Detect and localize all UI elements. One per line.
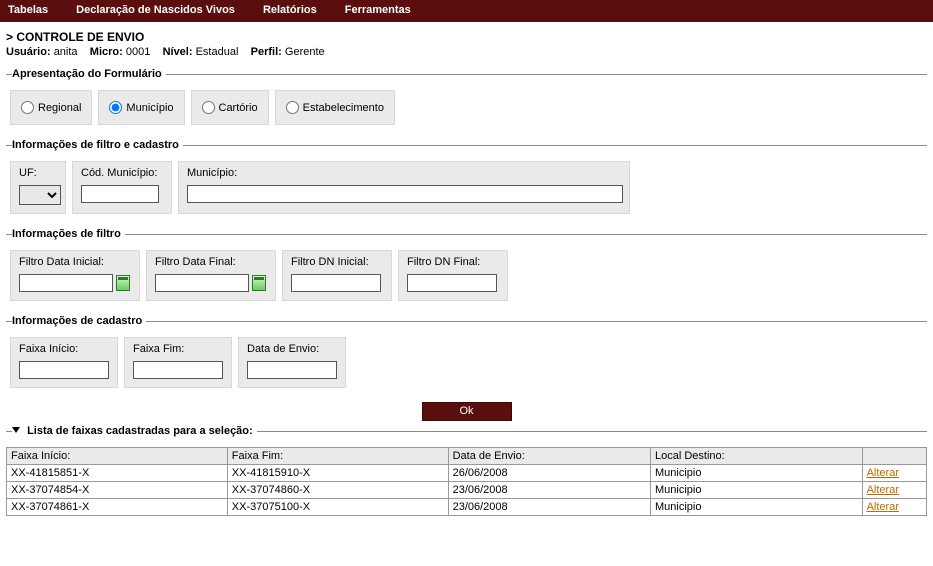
cell-faixa-fim: XX-41815910-X xyxy=(227,465,448,482)
cell-local-destino: Municipio xyxy=(650,482,862,499)
usuario-label: Usuário: xyxy=(6,46,51,58)
cell-data-envio: 26/06/2008 xyxy=(448,465,650,482)
alterar-link[interactable]: Alterar xyxy=(867,501,899,513)
radio-regional-input[interactable] xyxy=(21,101,34,114)
radio-estabelecimento-label: Estabelecimento xyxy=(303,102,384,114)
radio-cartorio-input[interactable] xyxy=(202,101,215,114)
codmun-input[interactable] xyxy=(81,185,159,203)
cadastro-fieldset: Informações de cadastro Faixa Início: Fa… xyxy=(6,315,927,388)
municipio-label: Município: xyxy=(187,167,621,179)
radio-municipio[interactable]: Município xyxy=(98,90,184,125)
col-faixa-inicio: Faixa Início: xyxy=(7,448,228,465)
radio-cartorio-label: Cartório xyxy=(219,102,258,114)
data-envio-label: Data de Envio: xyxy=(247,343,337,355)
cell-action: Alterar xyxy=(862,499,926,516)
col-data-envio: Data de Envio: xyxy=(448,448,650,465)
faixa-inicio-input[interactable] xyxy=(19,361,109,379)
uf-label: UF: xyxy=(19,167,57,179)
filtro-fieldset: Informações de filtro Filtro Data Inicia… xyxy=(6,228,927,301)
filtro-data-inicial-input[interactable] xyxy=(19,274,113,292)
uf-select[interactable] xyxy=(19,185,61,205)
perfil-value: Gerente xyxy=(285,46,325,58)
cell-action: Alterar xyxy=(862,482,926,499)
radio-estabelecimento-input[interactable] xyxy=(286,101,299,114)
filtro-cadastro-legend: Informações de filtro e cadastro xyxy=(12,139,183,151)
calendar-icon[interactable] xyxy=(116,275,130,291)
menu-declaracao[interactable]: Declaração de Nascidos Vivos xyxy=(76,4,235,16)
lista-legend: Lista de faixas cadastradas para a seleç… xyxy=(27,425,253,437)
faixa-fim-label: Faixa Fim: xyxy=(133,343,223,355)
cell-faixa-fim: XX-37075100-X xyxy=(227,499,448,516)
menu-tabelas[interactable]: Tabelas xyxy=(8,4,48,16)
filtro-cadastro-fieldset: Informações de filtro e cadastro UF: Cód… xyxy=(6,139,927,214)
radio-municipio-input[interactable] xyxy=(109,101,122,114)
filtro-dn-final-label: Filtro DN Final: xyxy=(407,256,499,268)
cell-faixa-inicio: XX-37074861-X xyxy=(7,499,228,516)
user-line: Usuário: anita Micro: 0001 Nível: Estadu… xyxy=(6,46,927,58)
calendar-icon[interactable] xyxy=(252,275,266,291)
apresentacao-fieldset: Apresentação do Formulário Regional Muni… xyxy=(6,68,927,125)
usuario-value: anita xyxy=(54,46,78,58)
cell-faixa-inicio: XX-37074854-X xyxy=(7,482,228,499)
cell-data-envio: 23/06/2008 xyxy=(448,499,650,516)
table-row: XX-37074854-XXX-37074860-X23/06/2008Muni… xyxy=(7,482,927,499)
nivel-value: Estadual xyxy=(196,46,239,58)
lista-heading-wrap: Lista de faixas cadastradas para a seleç… xyxy=(6,431,927,447)
micro-value: 0001 xyxy=(126,46,150,58)
menu-relatorios[interactable]: Relatórios xyxy=(263,4,317,16)
radio-regional[interactable]: Regional xyxy=(10,90,92,125)
filtro-data-final-label: Filtro Data Final: xyxy=(155,256,267,268)
table-row: XX-41815851-XXX-41815910-X26/06/2008Muni… xyxy=(7,465,927,482)
nivel-label: Nível: xyxy=(163,46,193,58)
filtro-data-final-input[interactable] xyxy=(155,274,249,292)
radio-estabelecimento[interactable]: Estabelecimento xyxy=(275,90,395,125)
col-faixa-fim: Faixa Fim: xyxy=(227,448,448,465)
micro-label: Micro: xyxy=(90,46,123,58)
perfil-label: Perfil: xyxy=(251,46,282,58)
municipio-input[interactable] xyxy=(187,185,623,203)
cell-data-envio: 23/06/2008 xyxy=(448,482,650,499)
cell-action: Alterar xyxy=(862,465,926,482)
radio-cartorio[interactable]: Cartório xyxy=(191,90,269,125)
data-envio-input[interactable] xyxy=(247,361,337,379)
menu-ferramentas[interactable]: Ferramentas xyxy=(345,4,411,16)
col-local-destino: Local Destino: xyxy=(650,448,862,465)
cell-faixa-inicio: XX-41815851-X xyxy=(7,465,228,482)
table-row: XX-37074861-XXX-37075100-X23/06/2008Muni… xyxy=(7,499,927,516)
radio-municipio-label: Município xyxy=(126,102,173,114)
faixa-inicio-label: Faixa Início: xyxy=(19,343,109,355)
apresentacao-legend: Apresentação do Formulário xyxy=(12,68,166,80)
page-title: > CONTROLE DE ENVIO xyxy=(6,30,927,44)
top-menu: Tabelas Declaração de Nascidos Vivos Rel… xyxy=(0,0,933,22)
cell-local-destino: Municipio xyxy=(650,499,862,516)
chevron-down-icon xyxy=(12,427,20,433)
cell-faixa-fim: XX-37074860-X xyxy=(227,482,448,499)
filtro-dn-inicial-label: Filtro DN Inicial: xyxy=(291,256,383,268)
filtro-data-inicial-label: Filtro Data Inicial: xyxy=(19,256,131,268)
filtro-legend: Informações de filtro xyxy=(12,228,125,240)
ok-button[interactable]: Ok xyxy=(422,402,512,421)
cell-local-destino: Municipio xyxy=(650,465,862,482)
filtro-dn-inicial-input[interactable] xyxy=(291,274,381,292)
alterar-link[interactable]: Alterar xyxy=(867,467,899,479)
codmun-label: Cód. Município: xyxy=(81,167,163,179)
filtro-dn-final-input[interactable] xyxy=(407,274,497,292)
cadastro-legend: Informações de cadastro xyxy=(12,315,146,327)
radio-regional-label: Regional xyxy=(38,102,81,114)
alterar-link[interactable]: Alterar xyxy=(867,484,899,496)
col-action xyxy=(862,448,926,465)
faixa-fim-input[interactable] xyxy=(133,361,223,379)
faixas-table: Faixa Início: Faixa Fim: Data de Envio: … xyxy=(6,447,927,516)
